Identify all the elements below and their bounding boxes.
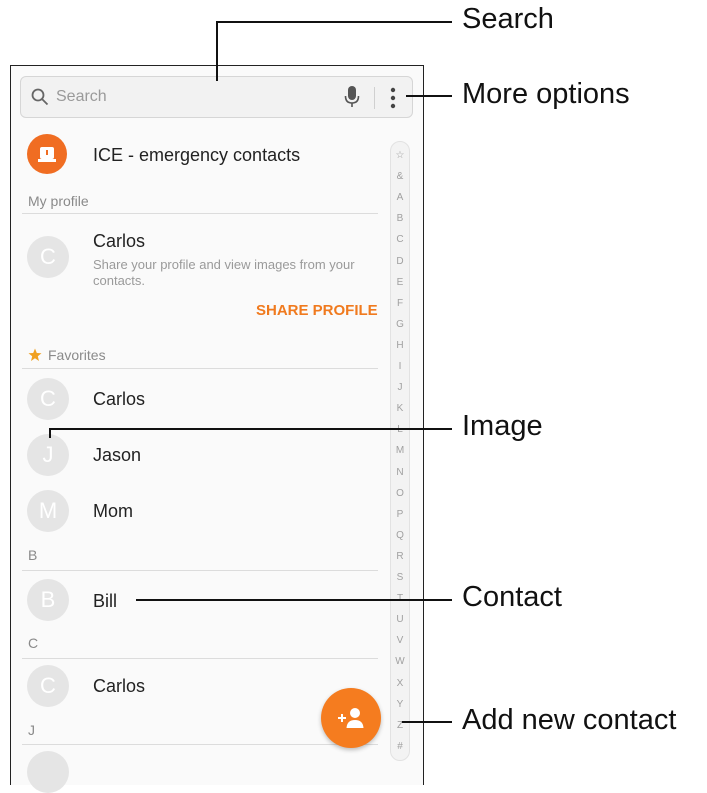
index-letter[interactable]: Q <box>391 530 409 541</box>
divider <box>22 213 378 214</box>
divider <box>22 744 378 745</box>
avatar[interactable]: M <box>27 490 69 532</box>
contact-name[interactable]: Bill <box>93 591 117 612</box>
callout-line-add-new-contact <box>402 721 452 723</box>
divider <box>22 570 378 571</box>
index-letter[interactable]: E <box>391 277 409 288</box>
divider <box>374 87 375 109</box>
add-contact-icon <box>338 708 364 728</box>
avatar[interactable]: C <box>27 236 69 278</box>
index-letter[interactable]: R <box>391 551 409 562</box>
divider <box>22 368 378 369</box>
callout-line-contact <box>136 599 452 601</box>
avatar[interactable] <box>27 751 69 793</box>
section-letter-c: C <box>28 635 39 651</box>
contacts-screen: Search ICE - emergency contacts My profi… <box>10 65 424 793</box>
callout-line-more-options <box>406 95 452 97</box>
divider <box>22 658 378 659</box>
index-letter[interactable]: H <box>391 340 409 351</box>
contact-name[interactable]: Jason <box>93 445 141 466</box>
section-letter-j: J <box>28 722 35 738</box>
callout-more-options: More options <box>462 78 630 110</box>
index-letter[interactable]: # <box>391 741 409 752</box>
search-input[interactable]: Search <box>56 88 107 106</box>
index-letter[interactable]: A <box>391 192 409 203</box>
search-bar[interactable]: Search <box>20 76 413 118</box>
share-profile-button[interactable]: SHARE PROFILE <box>256 302 378 319</box>
index-letter[interactable]: D <box>391 256 409 267</box>
index-letter[interactable]: G <box>391 319 409 330</box>
callout-line-image <box>49 428 452 430</box>
star-icon <box>28 348 42 361</box>
contact-name[interactable]: Carlos <box>93 389 145 410</box>
profile-description: Share your profile and view images from … <box>93 257 355 288</box>
section-letter-b: B <box>28 547 38 563</box>
index-letter[interactable]: B <box>391 213 409 224</box>
avatar[interactable]: J <box>27 434 69 476</box>
more-options-icon[interactable] <box>389 87 397 109</box>
index-letter[interactable]: Y <box>391 699 409 710</box>
my-profile-header: My profile <box>28 193 89 209</box>
mic-icon[interactable] <box>344 85 360 109</box>
contact-name[interactable]: Carlos <box>93 676 145 697</box>
index-letter[interactable]: M <box>391 445 409 456</box>
callout-contact: Contact <box>462 581 562 613</box>
callout-image: Image <box>462 410 543 442</box>
alphabet-index-scrollbar[interactable]: ☆&ABCDEFGHIJKLMNOPQRSTUVWXYZ# <box>390 141 410 761</box>
index-letter[interactable]: P <box>391 509 409 520</box>
index-letter[interactable]: N <box>391 467 409 478</box>
index-letter[interactable]: J <box>391 382 409 393</box>
index-letter[interactable]: K <box>391 403 409 414</box>
callout-line-search <box>216 21 452 23</box>
callout-add-new-contact: Add new contact <box>462 704 677 736</box>
profile-name[interactable]: Carlos <box>93 231 145 252</box>
avatar[interactable]: B <box>27 579 69 621</box>
index-letter[interactable]: F <box>391 298 409 309</box>
index-letter[interactable]: V <box>391 635 409 646</box>
index-letter[interactable]: X <box>391 678 409 689</box>
index-letter[interactable]: C <box>391 234 409 245</box>
avatar[interactable]: C <box>27 378 69 420</box>
search-icon <box>31 88 49 106</box>
index-letter[interactable]: S <box>391 572 409 583</box>
callout-line-search <box>216 21 218 81</box>
ice-emergency-contacts[interactable]: ICE - emergency contacts <box>93 145 300 166</box>
index-letter[interactable]: W <box>391 656 409 667</box>
ice-icon[interactable] <box>27 134 67 174</box>
add-contact-button[interactable] <box>321 688 381 748</box>
avatar[interactable]: C <box>27 665 69 707</box>
index-letter[interactable]: O <box>391 488 409 499</box>
contact-name[interactable]: Mom <box>93 501 133 522</box>
favorites-header: Favorites <box>48 347 106 363</box>
callout-search: Search <box>462 3 554 35</box>
index-letter[interactable]: I <box>391 361 409 372</box>
index-letter[interactable]: & <box>391 171 409 182</box>
index-letter[interactable]: ☆ <box>391 150 409 161</box>
index-letter[interactable]: U <box>391 614 409 625</box>
